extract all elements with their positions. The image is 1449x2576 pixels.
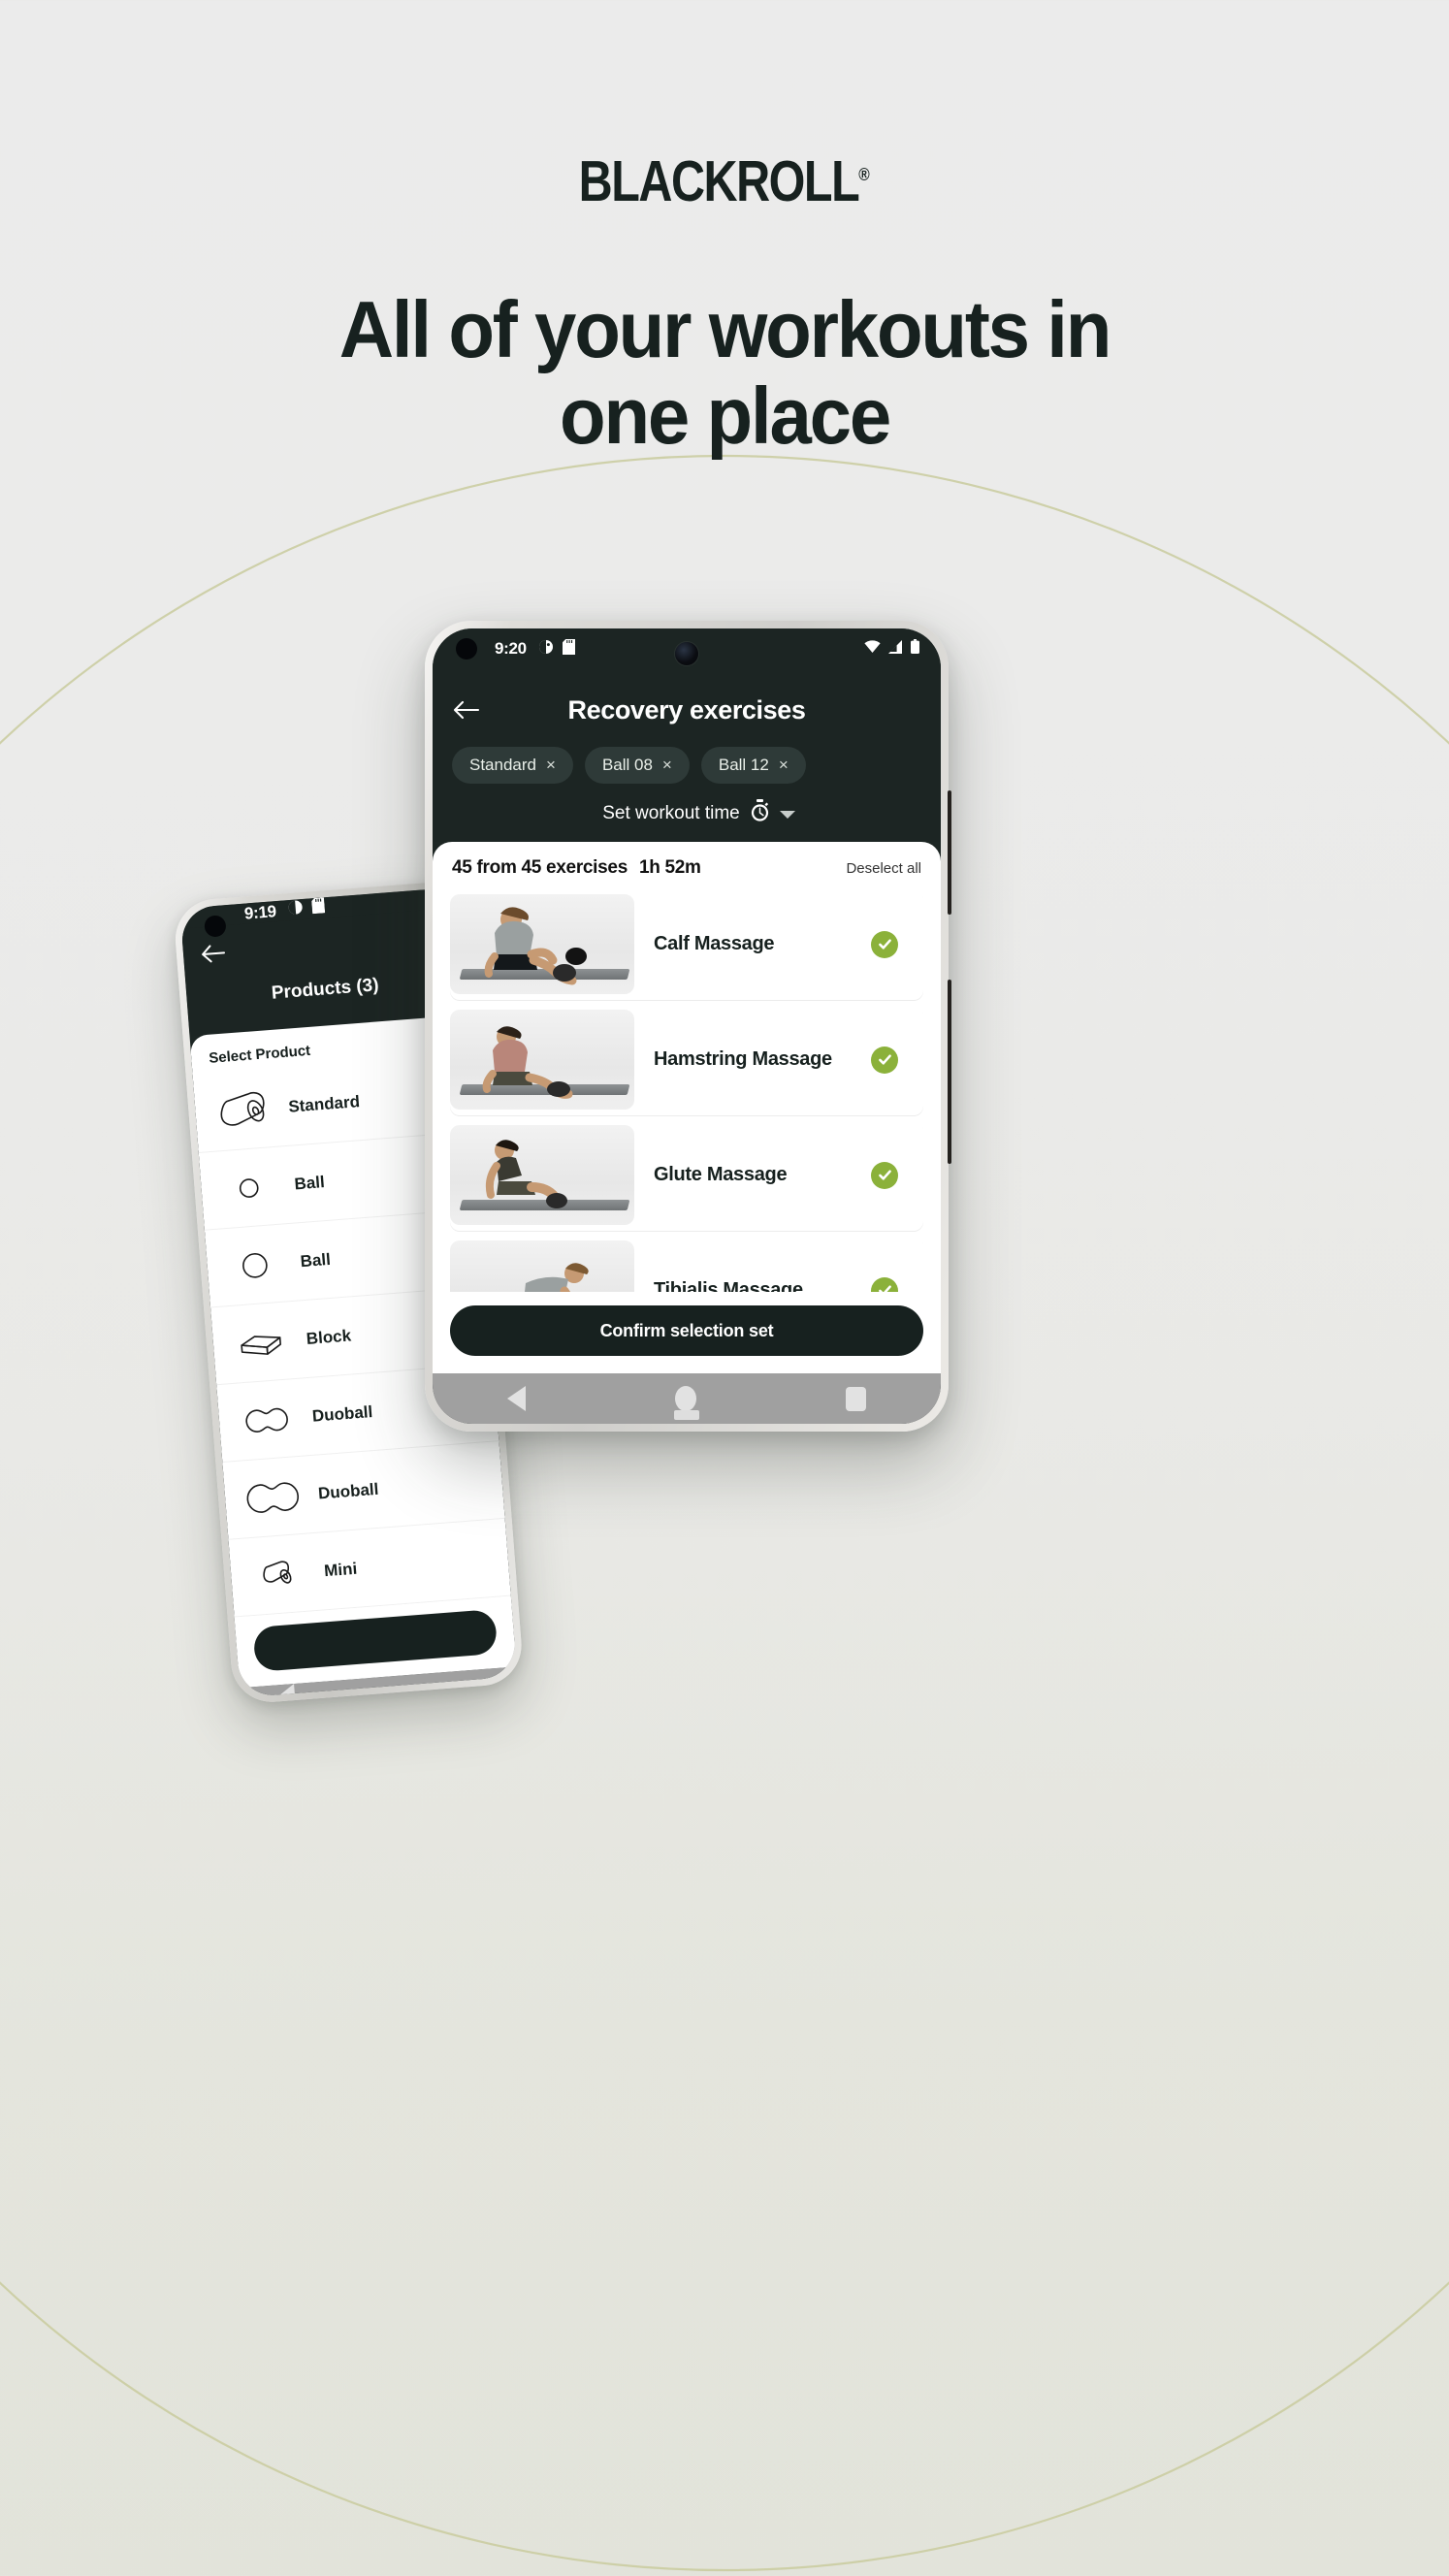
vibrate-icon xyxy=(287,899,305,920)
product-label: Ball xyxy=(299,1249,332,1271)
small-ball-icon xyxy=(217,1167,280,1208)
duoball-large-icon xyxy=(242,1476,305,1518)
arrow-left-icon xyxy=(202,945,226,963)
exercise-figure xyxy=(482,1026,573,1099)
brand-logo-wrap: BLACKROLL® xyxy=(0,149,1449,213)
app-title-row: Recovery exercises xyxy=(450,683,923,737)
brand-logo: BLACKROLL® xyxy=(579,148,870,214)
exercise-row[interactable]: Calf Massage xyxy=(450,888,923,1000)
product-label: Standard xyxy=(287,1091,361,1116)
roller-icon xyxy=(211,1089,274,1131)
back-button[interactable] xyxy=(450,693,483,726)
filter-chips: Standard × Ball 08 × Ball 12 × xyxy=(450,737,923,788)
signal-icon xyxy=(888,639,903,659)
chip-remove-icon[interactable]: × xyxy=(662,756,672,775)
power-button[interactable] xyxy=(948,980,951,1164)
product-label: Block xyxy=(306,1325,352,1348)
volume-button[interactable] xyxy=(948,790,951,915)
trademark-symbol: ® xyxy=(858,165,871,185)
block-icon xyxy=(230,1322,293,1364)
exercise-selected-check-icon[interactable] xyxy=(871,930,898,958)
nav-back-icon[interactable] xyxy=(507,1386,526,1411)
back-status-time: 9:19 xyxy=(243,901,277,923)
exercise-sheet: 45 from 45 exercises 1h 52m Deselect all xyxy=(433,842,941,1373)
headline-line-1: All of your workouts in xyxy=(338,283,1112,375)
exercise-count: 45 from 45 exercises xyxy=(452,857,628,878)
filter-chip-ball-08[interactable]: Ball 08 × xyxy=(584,747,690,784)
exercise-figure xyxy=(484,907,587,985)
exercise-selected-check-icon[interactable] xyxy=(871,1276,898,1292)
exercise-figure xyxy=(525,1263,589,1292)
exercise-selected-check-icon[interactable] xyxy=(871,1161,898,1189)
back-phone-primary-button[interactable] xyxy=(252,1608,499,1672)
chip-label: Standard xyxy=(469,756,536,774)
set-workout-time-row[interactable]: Set workout time xyxy=(450,788,923,842)
headline-line-2: one place xyxy=(560,370,891,462)
chip-remove-icon[interactable]: × xyxy=(779,756,789,775)
arrow-left-icon xyxy=(453,700,480,720)
set-workout-time-label: Set workout time xyxy=(602,803,740,823)
nav-recents-icon[interactable] xyxy=(846,1386,866,1411)
exercise-name: Hamstring Massage xyxy=(654,1048,832,1070)
filter-chip-ball-12[interactable]: Ball 12 × xyxy=(700,747,806,784)
exercise-row[interactable]: Tibialis Massage xyxy=(450,1235,923,1292)
battery-icon xyxy=(911,639,919,659)
duoball-icon xyxy=(236,1400,299,1441)
total-duration: 1h 52m xyxy=(638,857,701,878)
wifi-icon xyxy=(864,639,881,659)
product-label: Mini xyxy=(323,1559,358,1580)
page-title: Recovery exercises xyxy=(567,694,806,724)
foreground-phone-screen: 9:20 Recovery exercises Standard × Ball … xyxy=(433,628,941,1424)
exercise-figure xyxy=(485,1140,567,1208)
product-label: Duoball xyxy=(311,1401,373,1426)
brand-name: BLACKROLL xyxy=(578,148,860,214)
foreground-phone: 9:20 Recovery exercises Standard × Ball … xyxy=(425,621,951,1432)
exercise-name: Glute Massage xyxy=(654,1164,788,1185)
vibrate-icon xyxy=(538,639,554,660)
confirm-selection-button[interactable]: Confirm selection set xyxy=(450,1305,923,1356)
exercise-thumbnail xyxy=(450,1125,634,1225)
chip-label: Ball 08 xyxy=(601,756,653,774)
deselect-all-button[interactable]: Deselect all xyxy=(846,860,921,877)
exercise-thumbnail xyxy=(450,1240,634,1292)
app-header: Recovery exercises Standard × Ball 08 × … xyxy=(433,669,941,842)
front-camera-icon xyxy=(675,642,698,665)
chevron-down-icon[interactable] xyxy=(780,811,795,819)
sd-card-icon xyxy=(311,897,326,918)
ball-icon xyxy=(223,1244,286,1286)
exercise-name: Tibialis Massage xyxy=(654,1279,803,1292)
exercise-selected-check-icon[interactable] xyxy=(871,1046,898,1074)
confirm-button-wrap: Confirm selection set xyxy=(433,1292,941,1373)
sd-card-icon xyxy=(562,638,575,660)
chip-label: Ball 12 xyxy=(718,756,769,774)
page-headline: All of your workouts in one place xyxy=(240,286,1209,460)
product-label: Ball xyxy=(293,1172,326,1193)
nav-home-icon[interactable] xyxy=(675,1386,696,1411)
exercise-row[interactable]: Hamstring Massage xyxy=(450,1004,923,1115)
exercise-name: Calf Massage xyxy=(654,933,775,954)
exercise-row[interactable]: Glute Massage xyxy=(450,1119,923,1231)
exercise-thumbnail xyxy=(450,894,634,994)
exercise-thumbnail xyxy=(450,1010,634,1110)
chip-remove-icon[interactable]: × xyxy=(546,756,556,775)
product-label: Duoball xyxy=(317,1479,379,1503)
mini-roller-icon xyxy=(247,1554,310,1595)
sheet-summary-row: 45 from 45 exercises 1h 52m Deselect all xyxy=(433,842,941,888)
stopwatch-icon xyxy=(749,799,771,828)
filter-chip-standard[interactable]: Standard × xyxy=(452,747,573,784)
front-status-bar: 9:20 xyxy=(433,628,941,669)
gesture-pill xyxy=(674,1410,699,1420)
exercise-list: Calf Massage Hamstring Massage Glute Mas… xyxy=(433,888,941,1292)
punch-hole-camera xyxy=(456,638,477,660)
nav-back-icon[interactable] xyxy=(275,1684,297,1698)
status-time: 9:20 xyxy=(495,639,527,658)
